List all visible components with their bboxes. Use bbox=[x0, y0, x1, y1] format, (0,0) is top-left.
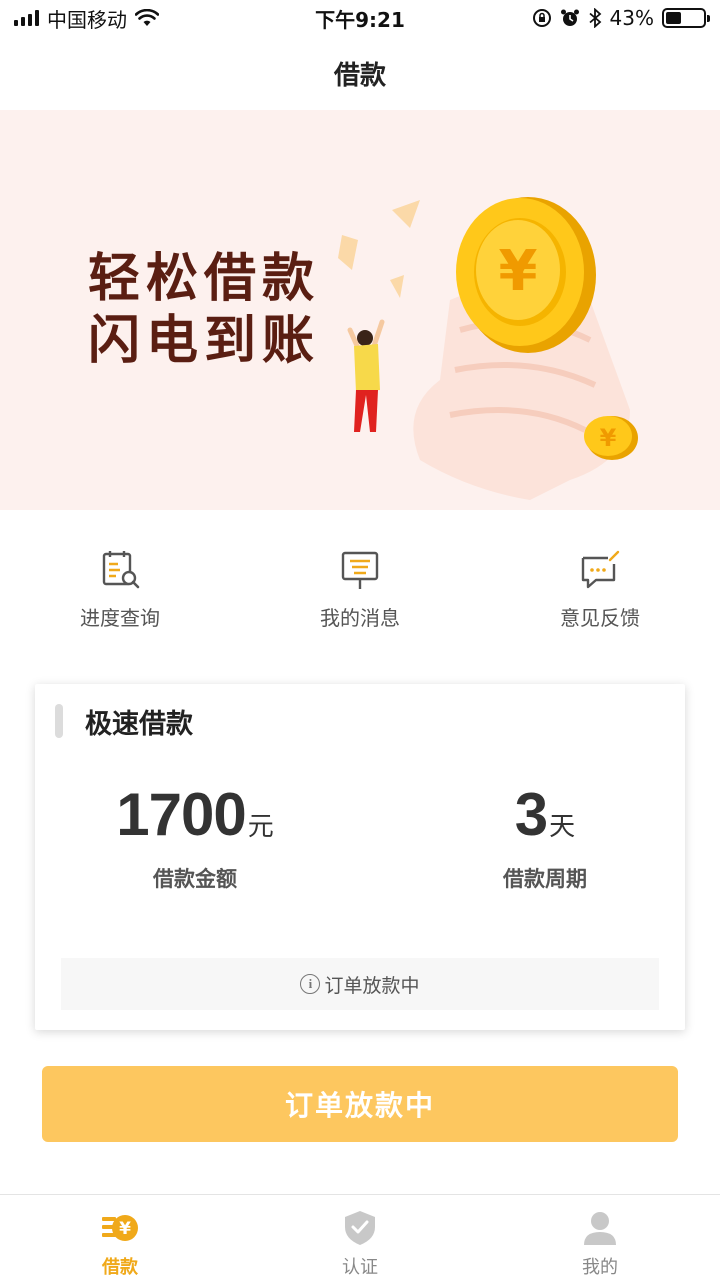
loan-amount-label: 借款金额 bbox=[153, 867, 237, 891]
battery-fill bbox=[666, 12, 682, 24]
tab-label: 认证 bbox=[342, 1257, 378, 1278]
loan-period: 3天 借款周期 bbox=[405, 780, 685, 893]
quick-link-label: 进度查询 bbox=[80, 606, 160, 630]
svg-text:¥: ¥ bbox=[600, 424, 617, 452]
loan-period-unit: 天 bbox=[549, 812, 576, 842]
promo-banner[interactable]: 轻松借款 闪电到账 ¥ ¥ bbox=[0, 110, 720, 510]
quick-link-label: 意见反馈 bbox=[560, 606, 640, 630]
battery-icon bbox=[662, 8, 710, 28]
bluetooth-icon bbox=[588, 8, 601, 28]
alarm-icon bbox=[560, 9, 579, 26]
carrier-label: 中国移动 bbox=[47, 7, 127, 32]
feedback-icon bbox=[581, 550, 620, 589]
loan-amount-unit: 元 bbox=[247, 812, 274, 842]
page-title: 借款 bbox=[333, 60, 386, 91]
loan-amount-value-row: 1700元 bbox=[55, 780, 335, 849]
wifi-icon bbox=[135, 9, 159, 26]
loan-period-value: 3 bbox=[514, 781, 548, 848]
loan-status-button[interactable]: 订单放款中 bbox=[42, 1066, 678, 1142]
quick-link-progress[interactable]: 进度查询 bbox=[0, 548, 240, 648]
tab-loan[interactable]: ¥ 借款 bbox=[0, 1195, 240, 1280]
signal-icon bbox=[14, 10, 39, 26]
nav-bar: 借款 bbox=[0, 36, 720, 110]
quick-links: 进度查询 我的消息 意见反馈 bbox=[0, 548, 720, 648]
loan-period-value-row: 3天 bbox=[405, 780, 685, 849]
status-bar: 中国移动 下午9:21 43% bbox=[0, 0, 720, 36]
progress-search-icon bbox=[102, 551, 140, 589]
card-accent-bar bbox=[55, 704, 63, 738]
banner-headline: 轻松借款 闪电到账 bbox=[88, 248, 320, 372]
rotation-lock-icon bbox=[532, 9, 551, 27]
loan-card: 极速借款 1700元 借款金额 3天 借款周期 i 订单放款中 bbox=[35, 684, 685, 1030]
svg-text:¥: ¥ bbox=[499, 239, 538, 304]
info-icon: i bbox=[300, 974, 321, 994]
coin-illustration: ¥ ¥ bbox=[338, 197, 638, 500]
user-icon bbox=[584, 1212, 616, 1245]
banner-line-2: 闪电到账 bbox=[88, 311, 321, 371]
card-title: 极速借款 bbox=[85, 709, 193, 740]
loan-amount-value: 1700 bbox=[116, 781, 246, 848]
quick-link-messages[interactable]: 我的消息 bbox=[240, 548, 480, 648]
status-left: 中国移动 bbox=[14, 4, 159, 33]
banner-line-1: 轻松借款 bbox=[88, 249, 321, 309]
message-icon bbox=[341, 551, 379, 589]
loan-amount: 1700元 借款金额 bbox=[55, 780, 335, 893]
tab-profile[interactable]: 我的 bbox=[480, 1195, 720, 1280]
tab-label: 借款 bbox=[102, 1257, 138, 1278]
quick-link-label: 我的消息 bbox=[320, 606, 400, 630]
tab-verify[interactable]: 认证 bbox=[240, 1195, 480, 1280]
quick-link-feedback[interactable]: 意见反馈 bbox=[480, 548, 720, 648]
loan-icon: ¥ bbox=[102, 1215, 138, 1241]
status-time: 下午9:21 bbox=[315, 7, 405, 32]
shield-check-icon bbox=[345, 1211, 375, 1245]
svg-text:¥: ¥ bbox=[119, 1219, 131, 1239]
tab-bar: ¥ 借款 认证 我的 bbox=[0, 1194, 720, 1280]
loan-period-label: 借款周期 bbox=[503, 867, 587, 891]
battery-percent: 43% bbox=[609, 6, 654, 30]
status-right: 43% bbox=[532, 6, 710, 30]
status-notice: i 订单放款中 bbox=[61, 958, 659, 1010]
tab-label: 我的 bbox=[582, 1257, 618, 1278]
status-notice-text: 订单放款中 bbox=[324, 974, 420, 997]
